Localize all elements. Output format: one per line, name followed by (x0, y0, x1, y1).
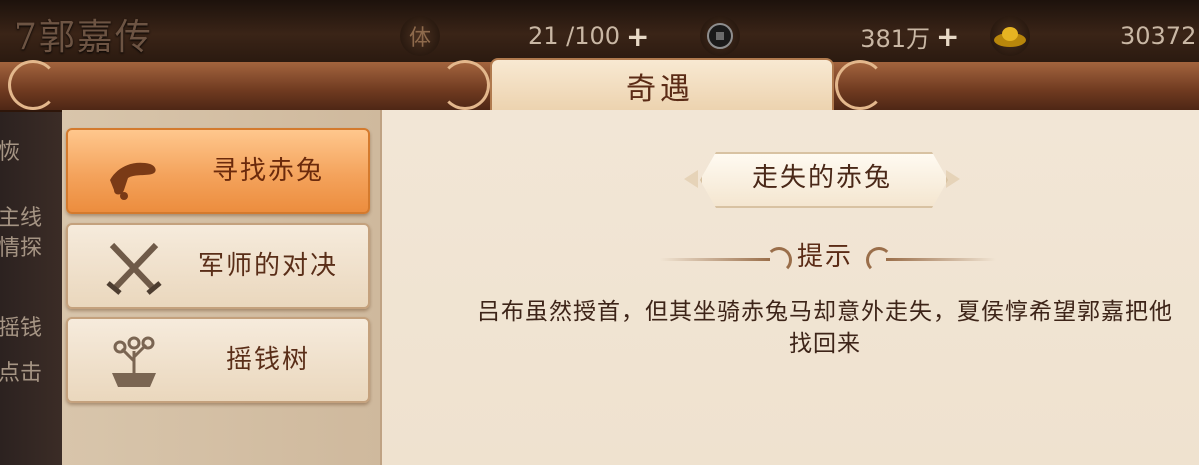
background-sidebar: 恢 主线 情探 摇钱 点击 (0, 100, 62, 465)
story-title: 走失的赤兔 (751, 163, 892, 193)
scroll-ornament-icon (440, 60, 490, 110)
sidebar-peek-text: 摇钱 (0, 316, 43, 341)
plaque-right-arrow (946, 170, 960, 188)
stamina-resource: 体 21 /100 + (400, 14, 649, 58)
sidebar-peek-text: 点击 (0, 361, 43, 386)
gold-ingot-icon (990, 16, 1030, 56)
money-tree-icon (104, 333, 164, 391)
tab-money-tree[interactable]: 摇钱树 (66, 317, 370, 403)
chapter-title: 7郭嘉传 (14, 17, 153, 58)
coin-icon (700, 16, 740, 56)
swirl-ornament-icon (766, 247, 792, 273)
window-title: 奇遇 (626, 72, 694, 107)
hand-icon (104, 144, 164, 202)
ingot-resource: 30372 (990, 14, 1196, 58)
tab-label: 摇钱树 (225, 345, 310, 375)
sidebar-peek-text: 恢 (0, 140, 21, 165)
add-stamina-button[interactable]: + (626, 20, 649, 53)
add-coin-button[interactable]: + (936, 20, 959, 53)
scroll-ornament-icon (835, 60, 885, 110)
story-description: 吕布虽然授首，但其坐骑赤兔马却意外走失，夏侯惇希望郭嘉把他找回来 (477, 299, 1173, 357)
tab-find-red-hare[interactable]: 寻找赤兔 (66, 128, 370, 214)
sidebar-peek-text: 情探 (0, 236, 43, 261)
hint-heading: 提示 (796, 242, 853, 272)
top-status-bar: 7郭嘉传 体 21 /100 + 381万 + 30372 (0, 0, 1199, 62)
crossed-swords-icon (104, 239, 164, 297)
scroll-ornament-icon (8, 60, 58, 110)
ingot-value: 30372 (1120, 22, 1197, 50)
tab-strategist-duel[interactable]: 军师的对决 (66, 223, 370, 309)
tab-label: 寻找赤兔 (211, 156, 324, 186)
divider (660, 258, 770, 261)
sidebar-peek-text: 主线 (0, 206, 43, 231)
stamina-icon: 体 (400, 16, 440, 56)
stamina-value: 21 /100 (527, 22, 620, 50)
coin-value: 381万 (860, 24, 930, 53)
divider (886, 258, 996, 261)
coin-resource: 381万 + (700, 14, 959, 58)
plaque-left-arrow (684, 170, 698, 188)
tab-label: 军师的对决 (197, 251, 338, 281)
